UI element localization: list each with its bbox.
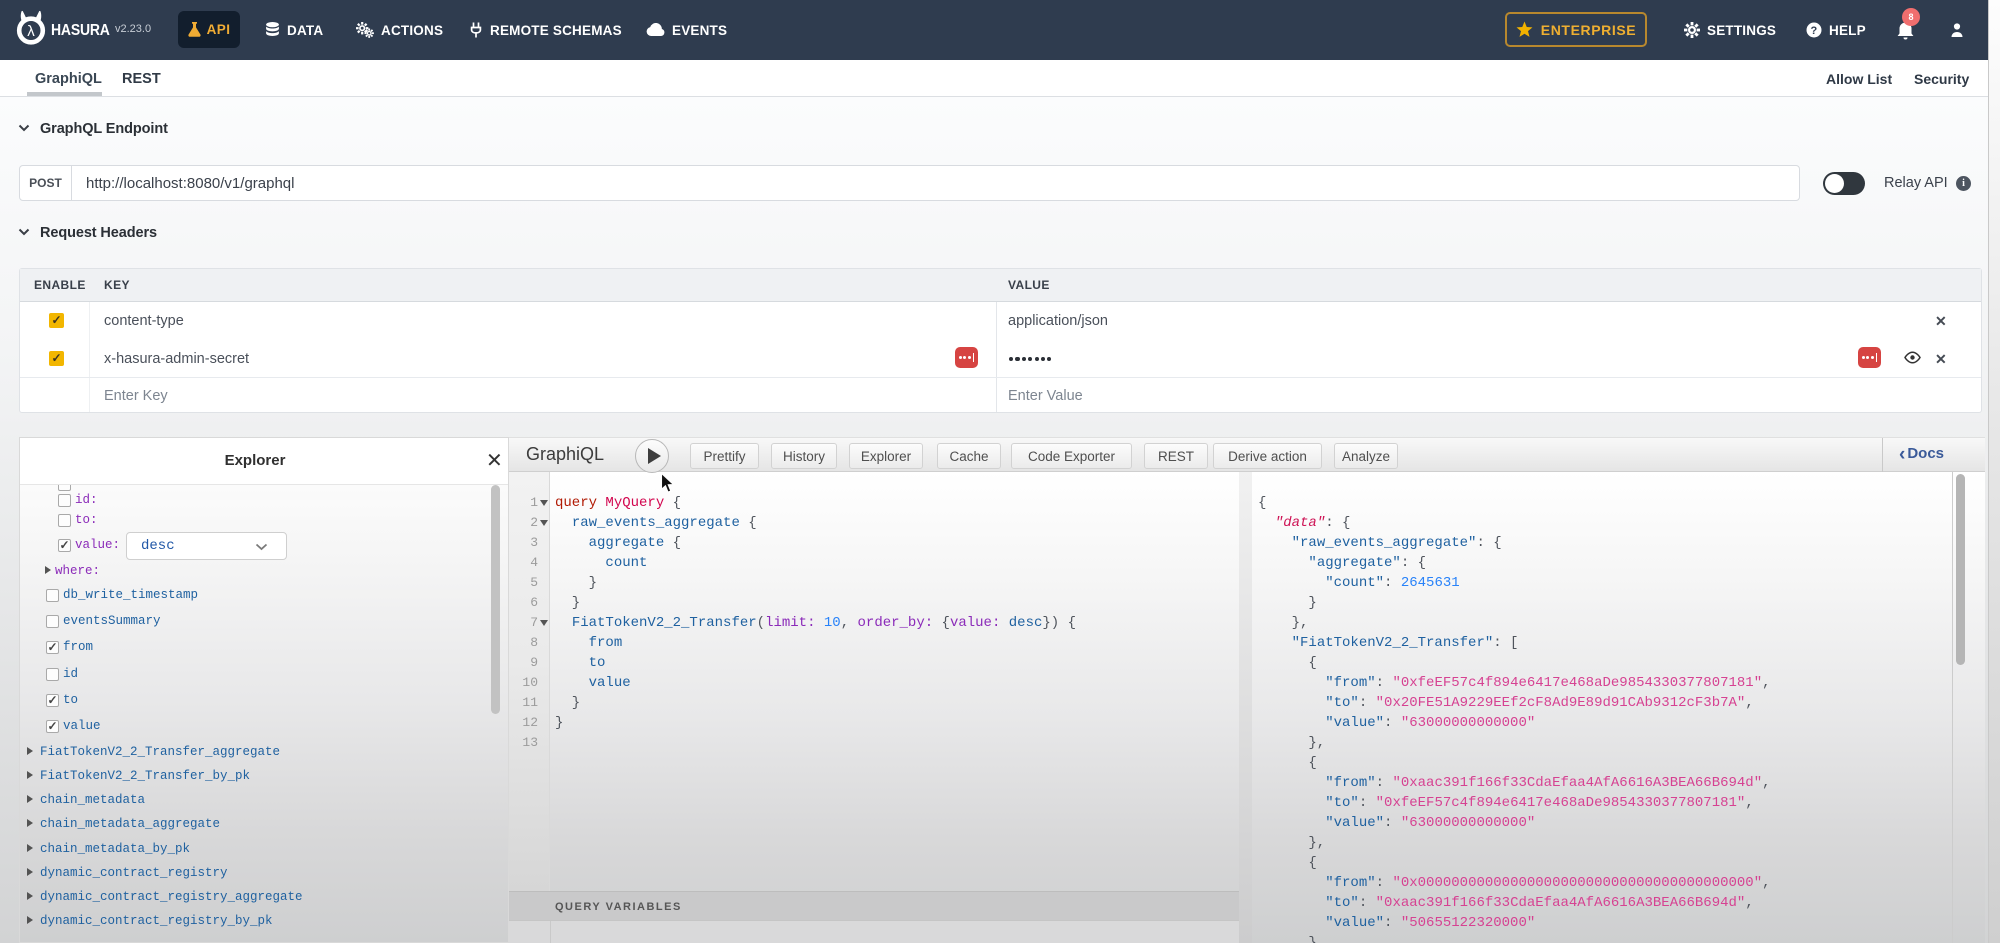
svg-text:λ: λ	[26, 24, 35, 41]
svg-text:?: ?	[1811, 25, 1818, 37]
